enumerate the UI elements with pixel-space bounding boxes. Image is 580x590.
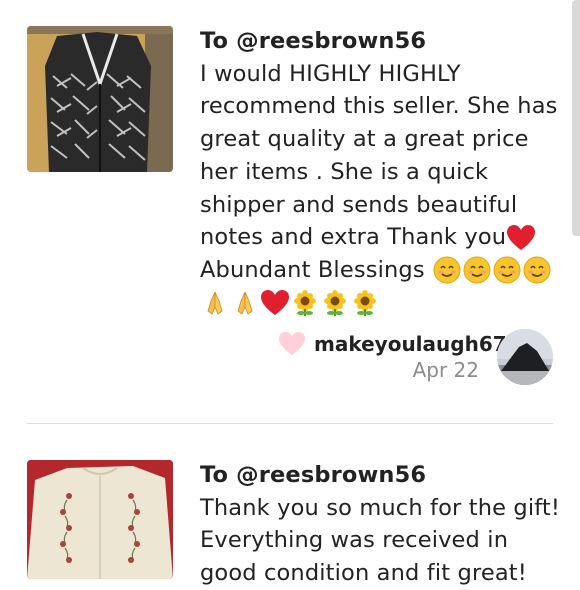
listing-thumbnail-jacket[interactable] [27, 26, 173, 172]
folded-hands-emoji-icon [230, 289, 260, 317]
comment-line: Abundant Blessings [200, 256, 432, 283]
comment-line: great quality at a great price [200, 126, 529, 153]
smiling-face-emoji-icon [462, 256, 492, 284]
smiling-face-emoji-icon [522, 256, 552, 284]
comment-line: I would HIGHLY HIGHLY [200, 60, 461, 87]
smiling-face-emoji-icon [492, 256, 522, 284]
sunflower-emoji-icon [290, 289, 320, 317]
listing-thumbnail-blouse[interactable] [27, 460, 173, 579]
comment-recipient[interactable]: To @reesbrown56 [200, 25, 560, 58]
red-heart-emoji-icon [260, 289, 290, 317]
comment-body: To @reesbrown56 Thank you so much for th… [200, 459, 560, 590]
sunflower-emoji-icon [320, 289, 350, 317]
comment-line-with-emoji: notes and extra Thank you [200, 221, 560, 254]
comment-recipient[interactable]: To @reesbrown56 [200, 459, 560, 492]
comment-line-with-emoji: Abundant Blessings [200, 254, 560, 287]
smiling-face-emoji-icon [432, 256, 462, 284]
red-heart-emoji-icon [506, 224, 536, 252]
sunflower-emoji-icon [350, 289, 380, 317]
avatar[interactable] [497, 329, 553, 385]
comment-line: Thank you so much for the gift! [200, 494, 561, 521]
emoji-line [200, 287, 560, 320]
author-username[interactable]: makeyoulaugh67 [314, 332, 507, 356]
comment-line: shipper and sends beautiful [200, 191, 518, 218]
scrollbar[interactable] [572, 0, 580, 236]
like-heart-icon[interactable] [278, 331, 306, 357]
comment-line: her items . She is a quick [200, 158, 489, 185]
comment-line: Everything was received in [200, 527, 509, 554]
folded-hands-emoji-icon [200, 289, 230, 317]
comment-line: notes and extra Thank you [200, 224, 507, 251]
comment-body: To @reesbrown56 I would HIGHLY HIGHLY re… [200, 25, 560, 319]
comment-line: good condition and fit great! [200, 560, 527, 587]
comment-date: Apr 22 [412, 358, 479, 382]
comment-divider [27, 423, 553, 424]
comment-author-row: makeyoulaugh67 [278, 330, 507, 358]
comment-line: recommend this seller. She has [200, 93, 558, 120]
